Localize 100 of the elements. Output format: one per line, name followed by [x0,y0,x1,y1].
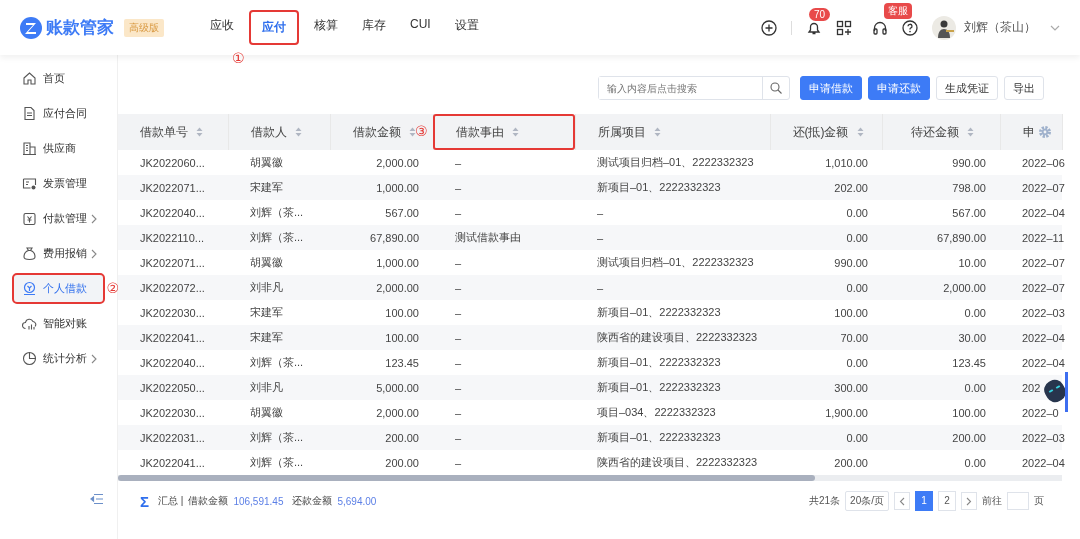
user-name[interactable]: 刘辉（茶山） [964,19,1036,36]
annotation-number: ③ [415,123,428,139]
table-cell: JK2022041... [140,331,205,344]
table-cell: 1,010.00 [825,156,868,169]
sidebar-item[interactable]: 应付合同 [14,100,103,127]
sidebar-item[interactable]: 付款管理 [14,205,103,232]
sidebar-item[interactable]: 统计分析 [14,345,103,372]
table-cell: 0.00 [964,456,986,469]
table-cell: 新项目–01、2222332323 [597,306,721,318]
table-cell: 刘辉（茶... [250,431,304,443]
table-cell: 10.00 [958,256,986,269]
table-cell: 1,000.00 [376,181,419,194]
table-cell: 70.00 [840,331,868,344]
action-button[interactable]: 生成凭证 [936,76,998,100]
table-cell: 测试借款事由 [455,231,521,243]
table-cell: 2022–04 [1022,331,1065,344]
page-size-select[interactable]: 20条/页 [845,491,889,511]
table-cell: 2022–04 [1022,206,1065,219]
table-cell: 0.00 [846,431,868,444]
nav-tab[interactable]: CUI [402,11,439,44]
page-label: 页 [1034,494,1044,508]
sidebar-item[interactable]: 智能对账 [14,310,103,337]
table-cell: 陕西省的建设项目、2222332323 [597,456,758,468]
table-cell: JK2022060... [140,156,205,169]
table-cell: 1,900.00 [825,406,868,419]
sidebar-item[interactable]: 首页 [14,65,103,92]
notification-badge: 70 [809,7,831,21]
table-cell: 0.00 [846,206,868,219]
table-cell: 567.00 [385,206,419,219]
table-cell: 100.00 [385,331,419,344]
table-cell: 67,890.00 [370,231,419,244]
column-header[interactable]: 借款人 [228,114,330,150]
table-cell: JK2022031... [140,431,205,444]
table-cell: 刘辉（茶... [250,456,304,468]
table-cell: 刘辉（茶... [250,231,304,243]
action-button[interactable]: 申请借款 [800,76,862,100]
table-cell: 胡翼徽 [250,406,283,418]
table-cell: 0.00 [964,381,986,394]
table-cell: 宋建军 [250,306,283,318]
table-cell: 项目–034、2222332323 [597,406,716,418]
table-cell: 胡翼徽 [250,256,283,268]
column-header[interactable]: 借款单号 [118,114,228,150]
page-number[interactable]: 2 [938,491,956,511]
table-cell: JK2022030... [140,406,205,419]
table-cell: – [455,256,462,269]
table-cell: – [455,156,462,169]
table-cell: 798.00 [952,181,986,194]
column-header[interactable]: 借款事由 [433,114,575,150]
table-cell: 2,000.00 [376,281,419,294]
total-count: 共21条 [808,494,841,508]
column-header[interactable]: 待还金额 [882,114,1000,150]
table-cell: 2,000.00 [376,406,419,419]
table-cell: 新项目–01、2222332323 [597,181,721,193]
table-cell: 2022–11 [1022,231,1064,244]
table-cell: 2022–03 [1022,431,1065,444]
edition-badge: 高级版 [124,18,164,37]
nav-tab[interactable]: 应收 [202,11,242,44]
nav-tab[interactable]: 核算 [306,11,346,44]
nav-tab[interactable]: 库存 [354,11,394,44]
table-cell: – [455,381,462,394]
table-cell: – [597,231,604,244]
table-cell: 宋建军 [250,181,283,193]
summary-label: 借款金额 [188,494,229,508]
table-cell: – [597,281,604,294]
table-cell: 2022–04 [1022,456,1065,469]
action-button[interactable]: 导出 [1004,76,1044,100]
table-cell: 200.00 [952,431,986,444]
column-header[interactable]: 所属项目 [575,114,770,150]
support-badge[interactable]: 客服 [884,2,912,19]
table-cell: 123.45 [952,356,986,369]
table-cell: 200.00 [385,456,419,469]
table-cell: 0.00 [964,306,986,319]
table-cell: – [455,206,462,219]
sidebar-item[interactable]: 供应商 [14,135,103,162]
table-cell: 陕西省的建设项目、2222332323 [597,331,758,343]
table-cell: JK2022041... [140,456,205,469]
table-cell: 刘非凡 [250,381,283,393]
table-cell: 100.00 [834,306,868,319]
table-cell: – [455,306,462,319]
table-cell: 新项目–01、2222332323 [597,431,721,443]
search-field[interactable]: 输入内容后点击搜索 [598,76,790,100]
column-header[interactable]: 还(抵)金额 [770,114,882,150]
page-number[interactable]: 1 [915,491,933,511]
table-cell: 202.00 [834,181,868,194]
table-cell: 0.00 [846,281,868,294]
table-cell: 100.00 [952,406,986,419]
table-cell: – [455,331,462,344]
nav-tab[interactable]: 设置 [446,11,487,44]
sidebar-item[interactable]: 费用报销 [14,240,103,267]
table-cell: 30.00 [958,331,986,344]
table-cell: JK2022071... [140,256,205,269]
sigma-symbol: Σ [140,492,149,510]
sidebar-item[interactable]: 发票管理 [14,170,103,197]
table-cell: JK2022050... [140,381,205,394]
table-cell: 2022–0 [1022,406,1059,419]
table-cell: – [455,281,462,294]
action-button[interactable]: 申请还款 [868,76,930,100]
table-cell: 0.00 [846,356,868,369]
table-cell: 胡翼徽 [250,156,283,168]
table-cell: 2022–06 [1022,156,1065,169]
